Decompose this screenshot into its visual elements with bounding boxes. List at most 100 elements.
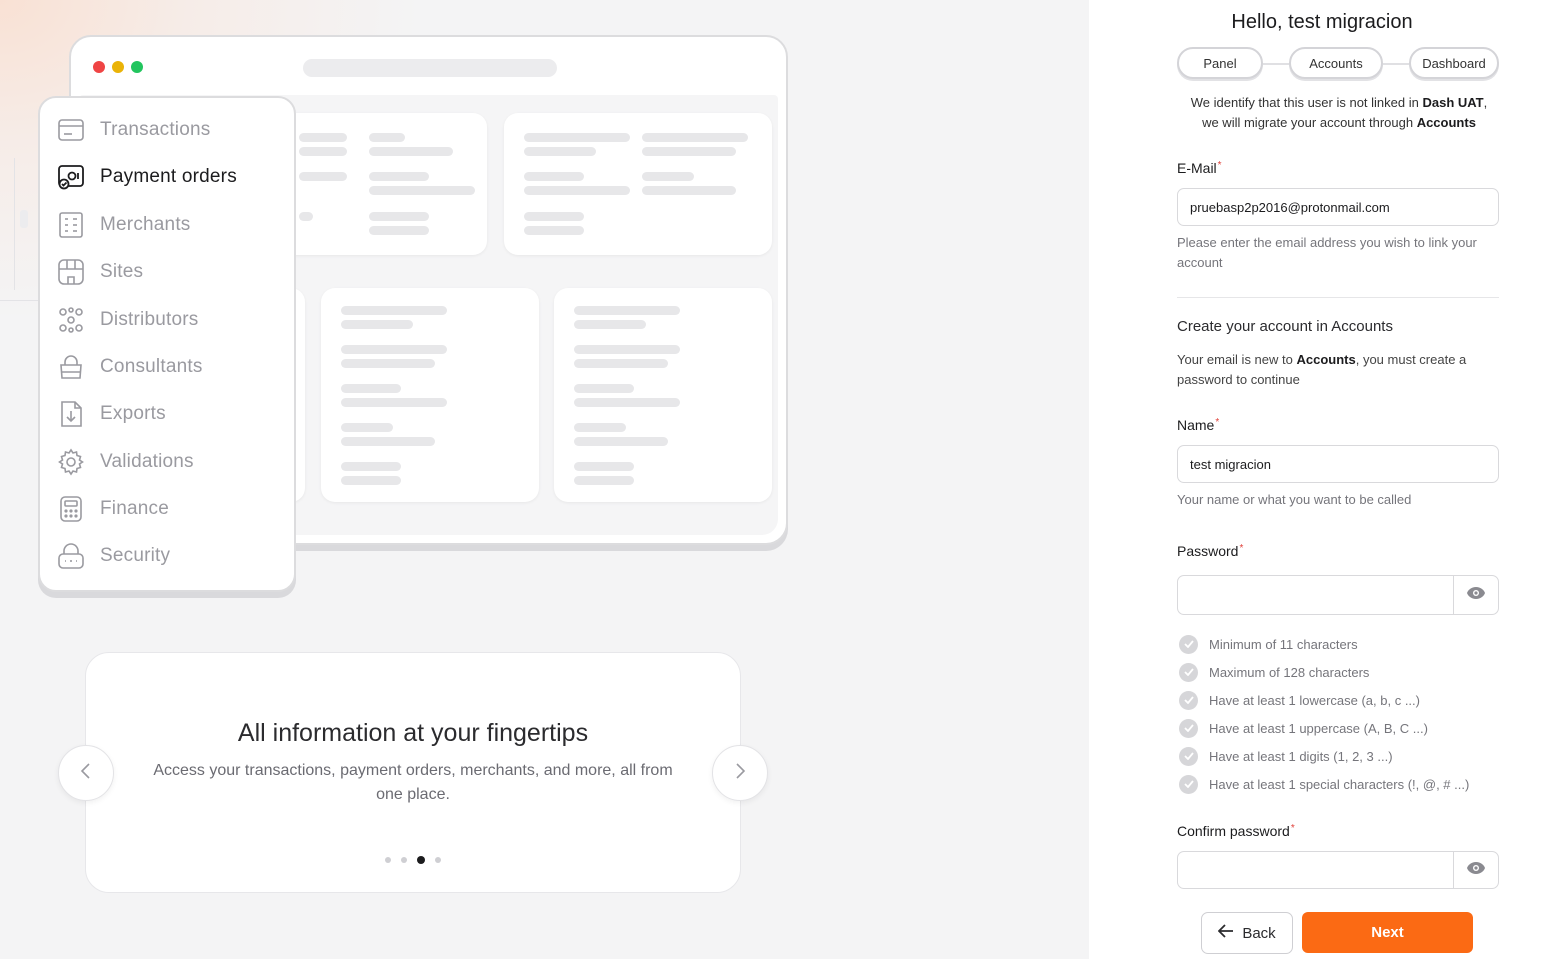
migration-form-panel: Hello, test migracion Panel Accounts Das… — [1089, 0, 1555, 959]
carousel-card: All information at your fingertips Acces… — [85, 652, 741, 893]
ghost-shape — [20, 210, 28, 228]
email-value: pruebasp2p2016@protonmail.com — [1190, 199, 1390, 215]
menu-item-label: Finance — [100, 498, 169, 519]
chevron-left-icon — [79, 762, 93, 785]
password-rule: Have at least 1 special characters (!, @… — [1179, 774, 1469, 794]
menu-item-label: Sites — [100, 261, 144, 282]
carousel-dot[interactable] — [385, 857, 391, 863]
lock-icon — [56, 541, 86, 571]
menu-item-distributors: Distributors — [56, 303, 198, 337]
distributors-icon — [56, 305, 86, 335]
check-icon — [1179, 746, 1198, 766]
carousel-title: All information at your fingertips — [237, 719, 589, 747]
menu-item-label: Exports — [100, 403, 166, 424]
menu-item-label: Payment orders — [100, 166, 237, 187]
placeholder-card — [321, 288, 539, 502]
menu-item-finance: Finance — [56, 492, 169, 526]
ghost-line — [0, 300, 40, 301]
name-label: Name* — [1177, 417, 1220, 433]
menu-item-consultants: Consultants — [56, 350, 203, 384]
placeholder-card — [554, 288, 772, 502]
eye-icon — [1466, 861, 1486, 880]
email-hint: Please enter the email address you wish … — [1177, 235, 1477, 270]
placeholder-card — [269, 113, 487, 255]
password-rule: Have at least 1 digits (1, 2, 3 ...) — [1179, 746, 1393, 766]
required-mark: * — [1217, 160, 1222, 171]
illustration-menu: Transactions Payment orders Merchants Si… — [38, 96, 296, 592]
name-value: test migracion — [1190, 456, 1271, 472]
menu-item-label: Transactions — [100, 119, 211, 140]
password-input[interactable] — [1178, 576, 1453, 614]
section-description: Your email is new to Accounts, you must … — [1177, 352, 1467, 387]
url-bar-placeholder — [303, 59, 557, 77]
next-button[interactable]: Next — [1302, 912, 1473, 953]
menu-item-label: Merchants — [100, 214, 191, 235]
check-icon — [1179, 774, 1198, 794]
confirm-password-input[interactable] — [1178, 852, 1453, 888]
store-icon — [56, 257, 86, 287]
arrow-left-icon — [1218, 924, 1234, 942]
menu-item-payment-orders: Payment orders — [56, 160, 237, 194]
bag-icon — [56, 352, 86, 382]
step-panel[interactable]: Panel — [1177, 47, 1263, 79]
menu-item-label: Validations — [100, 451, 194, 472]
password-label: Password* — [1177, 543, 1244, 559]
menu-item-exports: Exports — [56, 397, 166, 431]
required-mark: * — [1239, 543, 1244, 554]
menu-item-label: Distributors — [100, 309, 199, 330]
menu-item-sites: Sites — [56, 255, 143, 289]
stepper-connector — [1261, 63, 1291, 65]
password-visibility-toggle[interactable] — [1453, 576, 1498, 614]
password-rule: Maximum of 128 characters — [1179, 662, 1369, 682]
chevron-right-icon — [733, 762, 747, 785]
step-accounts[interactable]: Accounts — [1289, 47, 1383, 79]
carousel-next-button[interactable] — [712, 745, 768, 801]
ghost-line — [14, 158, 15, 290]
carousel-prev-button[interactable] — [58, 745, 114, 801]
carousel-dot[interactable] — [401, 857, 407, 863]
required-mark: * — [1215, 417, 1220, 428]
window-controls — [93, 61, 143, 73]
menu-item-validations: Validations — [56, 445, 194, 479]
back-button[interactable]: Back — [1201, 912, 1293, 954]
placeholder-card — [504, 113, 772, 255]
email-label: E-Mail* — [1177, 160, 1222, 176]
eye-icon — [1466, 586, 1486, 605]
check-icon — [1179, 634, 1198, 654]
check-icon — [1179, 662, 1198, 682]
menu-item-label: Security — [100, 545, 171, 566]
required-mark: * — [1290, 823, 1295, 834]
name-hint: Your name or what you want to be called — [1177, 492, 1412, 507]
back-button-label: Back — [1242, 924, 1276, 942]
menu-item-transactions: Transactions — [56, 113, 210, 147]
carousel-dot-active[interactable] — [417, 856, 425, 864]
divider — [1177, 297, 1499, 298]
stepper: Panel Accounts Dashboard — [1177, 47, 1499, 81]
check-icon — [1179, 690, 1198, 710]
carousel-description: Access your transactions, payment orders… — [153, 762, 673, 803]
payment-order-icon — [56, 162, 86, 192]
confirm-password-label: Confirm password* — [1177, 823, 1295, 839]
page-title: Hello, test migracion — [1231, 11, 1413, 33]
window-close-dot — [93, 61, 105, 73]
confirm-password-field — [1177, 851, 1499, 889]
menu-item-label: Consultants — [100, 356, 203, 377]
password-rule: Have at least 1 lowercase (a, b, c ...) — [1179, 690, 1420, 710]
email-field[interactable]: pruebasp2p2016@protonmail.com — [1177, 188, 1499, 226]
menu-item-security: Security — [56, 539, 170, 573]
carousel-dot[interactable] — [435, 857, 441, 863]
migration-notice: We identify that this user is not linked… — [1190, 95, 1488, 130]
calculator-icon — [56, 494, 86, 524]
step-dashboard[interactable]: Dashboard — [1409, 47, 1499, 79]
section-title: Create your account in Accounts — [1177, 318, 1393, 335]
confirm-password-visibility-toggle[interactable] — [1453, 852, 1498, 888]
carousel-pager — [86, 856, 740, 864]
menu-item-merchants: Merchants — [56, 208, 191, 242]
promo-panel: Transactions Payment orders Merchants Si… — [0, 0, 1089, 959]
merchants-icon — [56, 210, 86, 240]
name-field[interactable]: test migracion — [1177, 445, 1499, 483]
window-maximize-dot — [131, 61, 143, 73]
export-file-icon — [56, 399, 86, 429]
check-icon — [1179, 718, 1198, 738]
gear-icon — [56, 447, 86, 477]
